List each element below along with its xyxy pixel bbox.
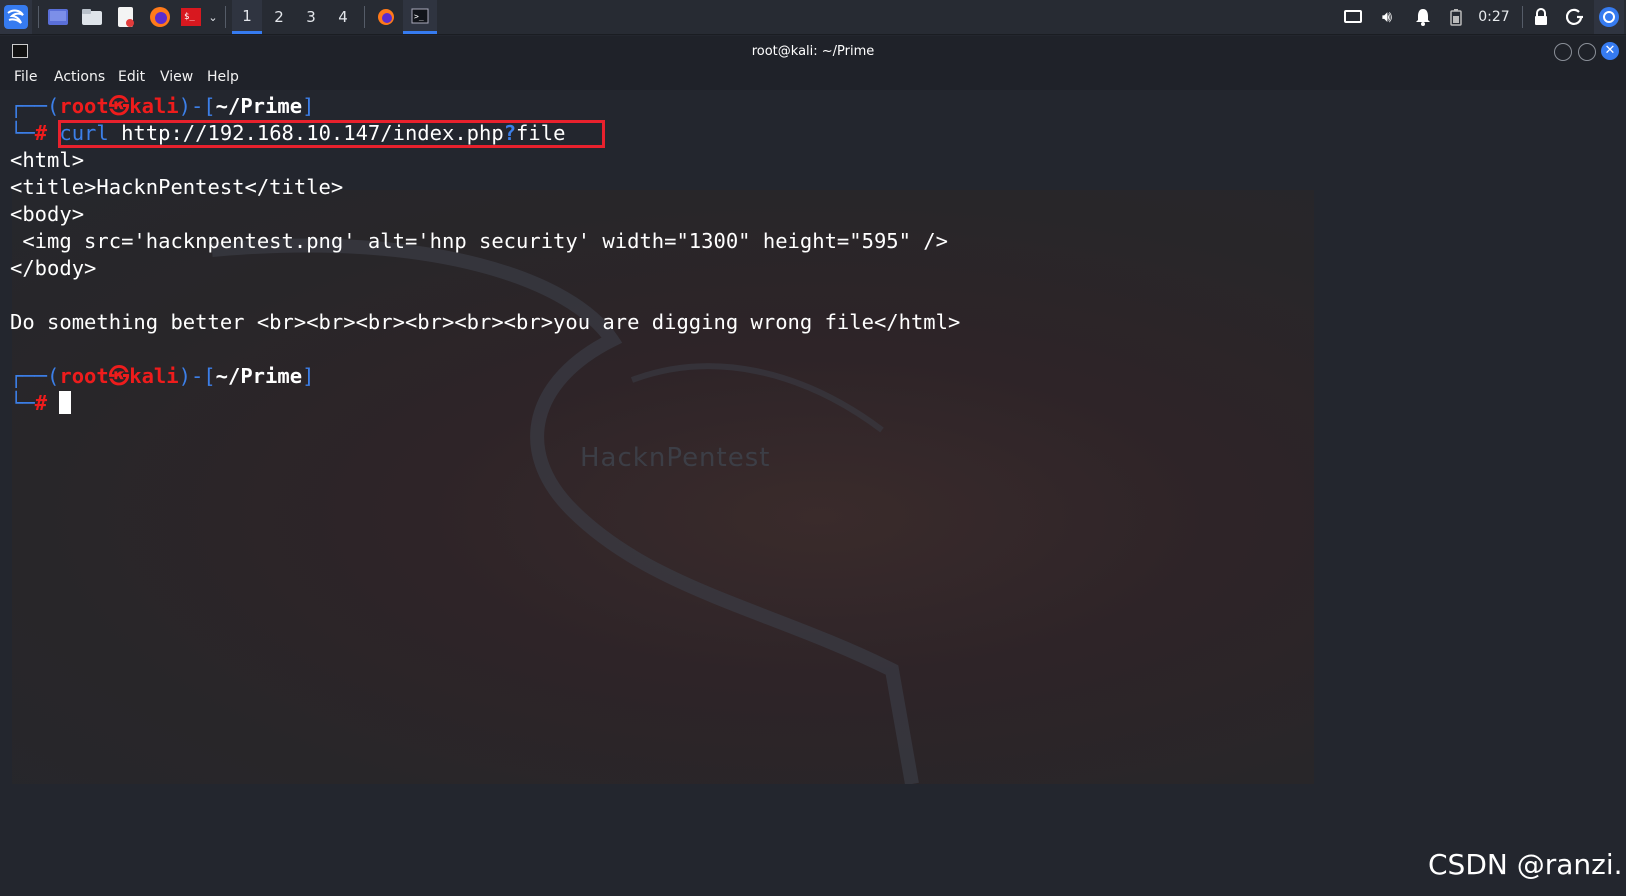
output-line: <body>: [10, 202, 85, 226]
maximize-button[interactable]: [1578, 43, 1596, 61]
workspace-3[interactable]: 3: [296, 0, 326, 34]
lock-icon[interactable]: [1528, 0, 1554, 34]
notification-bell-icon[interactable]: [1410, 0, 1436, 34]
top-panel: $_ ⌄ 1 2 3 4 >_ 🔊︎ 0:27: [0, 0, 1626, 35]
text-editor-icon[interactable]: [112, 0, 140, 34]
kali-menu-icon[interactable]: [0, 0, 32, 34]
files-icon[interactable]: [78, 0, 106, 34]
workspace-2[interactable]: 2: [264, 0, 294, 34]
command-highlight-box: [58, 120, 605, 148]
output-line: <title>HacknPentest</title>: [10, 175, 344, 199]
menu-actions[interactable]: Actions: [54, 69, 105, 85]
window-title: root@kali: ~/Prime: [751, 43, 875, 59]
window-titlebar[interactable]: root@kali: ~/Prime ✕: [0, 36, 1626, 66]
firefox-icon[interactable]: [146, 0, 174, 34]
terminal-launcher-icon[interactable]: $_: [178, 0, 204, 34]
chevron-down-icon[interactable]: ⌄: [205, 0, 221, 34]
menu-view[interactable]: View: [160, 69, 193, 85]
menu-bar: File Actions Edit View Help: [0, 66, 1626, 90]
input-line[interactable]: └─#: [10, 390, 72, 417]
menu-edit[interactable]: Edit: [118, 69, 145, 85]
terminal-window-icon: [12, 44, 28, 58]
svg-text:>_: >_: [414, 12, 424, 21]
browser-icon[interactable]: [1594, 0, 1624, 34]
volume-icon[interactable]: 🔊︎: [1374, 0, 1400, 34]
workspace-1[interactable]: 1: [232, 0, 262, 34]
text-cursor: [59, 391, 72, 414]
desktop-icon[interactable]: [44, 0, 72, 34]
screen-icon[interactable]: [1340, 0, 1366, 34]
workspace-4[interactable]: 4: [328, 0, 358, 34]
watermark: CSDN @ranzi.: [1428, 848, 1623, 881]
menu-help[interactable]: Help: [207, 69, 239, 85]
background-logo-text: HacknPentest: [580, 443, 770, 473]
menu-file[interactable]: File: [14, 69, 37, 85]
terminal-task-icon[interactable]: >_: [403, 0, 437, 34]
power-icon[interactable]: [1562, 0, 1588, 34]
background-image: HacknPentest: [12, 190, 1314, 784]
output-line: Do something better <br><br><br><br><br>…: [10, 310, 961, 334]
firefox-task-icon[interactable]: [372, 0, 400, 34]
output-line: <html>: [10, 148, 85, 172]
clock[interactable]: 0:27: [1474, 0, 1514, 34]
output-line: <img src='hacknpentest.png' alt='hnp sec…: [10, 229, 948, 253]
prompt-line-2: ┌──(root㉿kali)-[~/Prime]: [10, 364, 315, 388]
minimize-button[interactable]: [1554, 43, 1572, 61]
close-button[interactable]: ✕: [1601, 42, 1619, 60]
output-line: </body>: [10, 256, 97, 280]
svg-text:$_: $_: [184, 12, 195, 22]
battery-icon[interactable]: [1444, 0, 1468, 34]
prompt-line-1: ┌──(root㉿kali)-[~/Prime]: [10, 94, 315, 118]
terminal-area[interactable]: HacknPentest: [0, 90, 1626, 896]
